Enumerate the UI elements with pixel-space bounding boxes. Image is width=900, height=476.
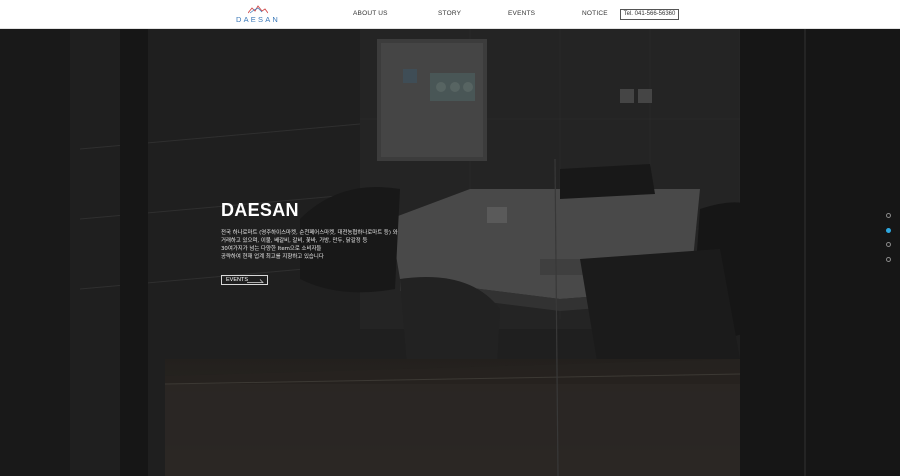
hero-banner: DAESAN 전국 하나로마트 (영주하이스마켓, 순천페어스마켓, 대전농협하… [0,29,900,476]
arrow-right-icon [247,279,264,283]
hero-description-line: 30여가지가 넘는 다양한 Item으로 소비자들 [221,246,322,253]
nav-notice[interactable]: NOTICE [582,10,608,17]
nav-events[interactable]: EVENTS [508,10,535,17]
hero-description-line: 전국 하나로마트 (영주하이스마켓, 순천페어스마켓, 대전농협하나로마트 등)… [221,230,398,236]
slider-dot-2[interactable] [886,228,891,233]
events-button[interactable]: EVENTS [221,275,268,285]
slider-dot-4[interactable] [886,257,891,262]
mountain-logo-icon [248,5,268,14]
logo[interactable]: DAESAN [232,5,284,25]
logo-text: DAESAN [235,15,281,24]
hero-description: 전국 하나로마트 (영주하이스마켓, 순천페어스마켓, 대전농협하나로마트 등)… [221,229,461,261]
slider-dot-1[interactable] [886,213,891,218]
nav-story[interactable]: STORY [438,10,461,17]
site-header: DAESAN ABOUT US STORY EVENTS NOTICE Tel.… [0,0,900,29]
nav-about-us[interactable]: ABOUT US [353,10,388,17]
hero-title: DAESAN [221,200,299,220]
tel-button[interactable]: Tel. 041-566-56360 [620,9,679,20]
events-button-label: EVENTS [226,277,249,283]
hero-description-line: 공략하여 현재 업계 최고를 지향하고 있습니다 [221,254,324,261]
slider-dot-3[interactable] [886,242,891,247]
hero-description-line: 거래하고 있으며, 이불, 베갈비, 갈비, 꽃바, 가방, 만두, 닭갈정 등 [221,238,368,245]
